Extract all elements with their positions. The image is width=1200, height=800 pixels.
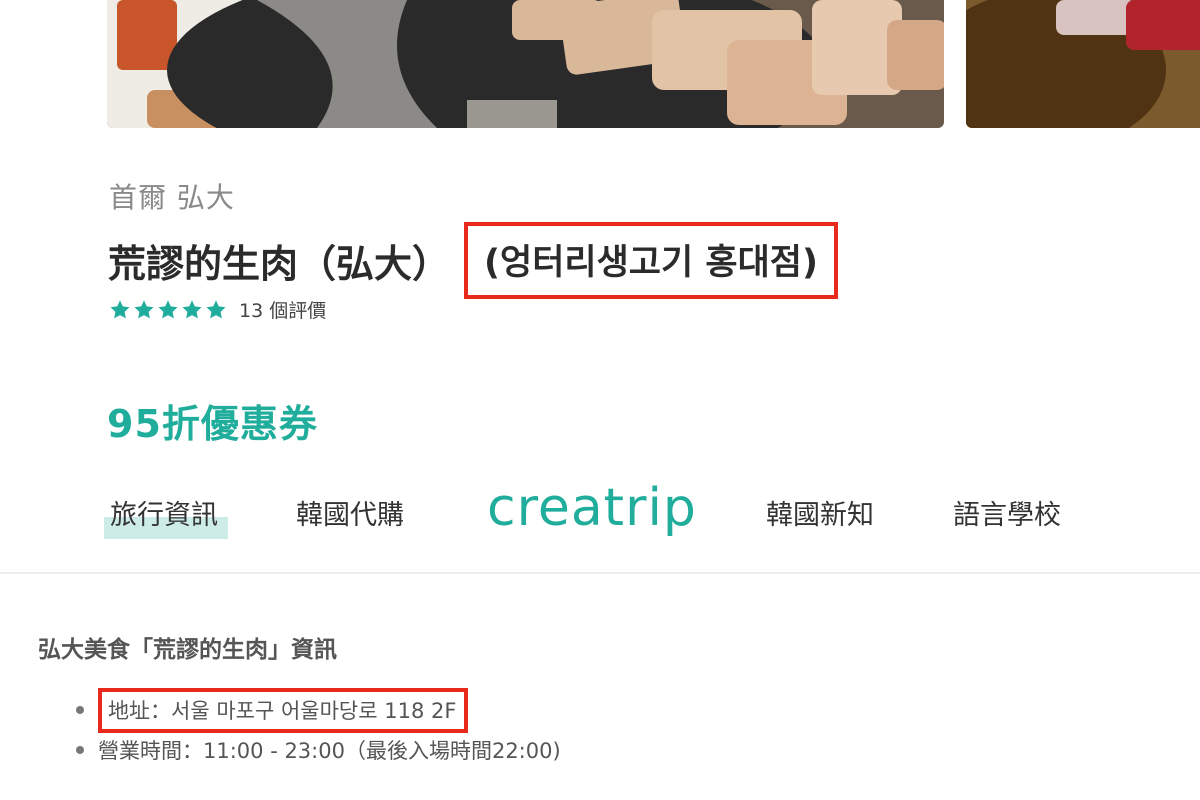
restaurant-korean-name-highlight: (엉터리생고기 홍대점) — [464, 222, 838, 299]
grilled-pork-photo[interactable] — [107, 0, 944, 128]
raw-meat-photo-image — [966, 0, 1200, 128]
restaurant-title: 荒謬的生肉（弘大） — [108, 242, 451, 286]
star-icon — [182, 299, 202, 318]
star-icon — [158, 299, 178, 318]
address-highlight: 地址：서울 마포구 어울마당로 118 2F — [98, 687, 469, 733]
bullet-icon — [76, 746, 84, 754]
star-rating — [109, 299, 227, 321]
restaurant-title-row: 荒謬的生肉（弘大） (엉터리생고기 홍대점) — [108, 222, 838, 299]
bullet-icon — [76, 706, 84, 714]
opening-hours-text: 營業時間：11:00 - 23:00（最後入場時間22:00) — [98, 739, 561, 763]
nav-item-korea-news[interactable]: 韓國新知 — [766, 493, 874, 532]
raw-meat-photo[interactable] — [966, 0, 1200, 128]
info-section-heading: 弘大美食「荒謬的生肉」資訊 — [38, 637, 337, 663]
nav-item-language-school[interactable]: 語言學校 — [953, 493, 1061, 532]
rating-row[interactable]: 13 個評價 — [109, 296, 326, 323]
info-item-hours: 營業時間：11:00 - 23:00（最後入場時間22:00) — [76, 730, 561, 770]
star-icon — [134, 299, 154, 318]
nav-item-travel-info[interactable]: 旅行資訊 — [104, 493, 228, 539]
info-item-address: 地址：서울 마포구 어울마당로 118 2F — [76, 687, 561, 733]
nav-divider — [0, 572, 1200, 574]
restaurant-location: 首爾 弘大 — [109, 181, 235, 214]
grilled-pork-photo-image — [107, 0, 944, 128]
coupon-link[interactable]: 95折優惠券 — [107, 393, 318, 448]
nav-item-korea-shopping[interactable]: 韓國代購 — [296, 493, 404, 532]
star-icon — [206, 299, 226, 318]
review-count-link[interactable]: 13 個評價 — [239, 296, 326, 323]
star-icon — [110, 299, 130, 318]
info-list: 地址：서울 마포구 어울마당로 118 2F 營業時間：11:00 - 23:0… — [76, 687, 561, 770]
creatrip-logo[interactable]: creatrip — [487, 478, 697, 538]
